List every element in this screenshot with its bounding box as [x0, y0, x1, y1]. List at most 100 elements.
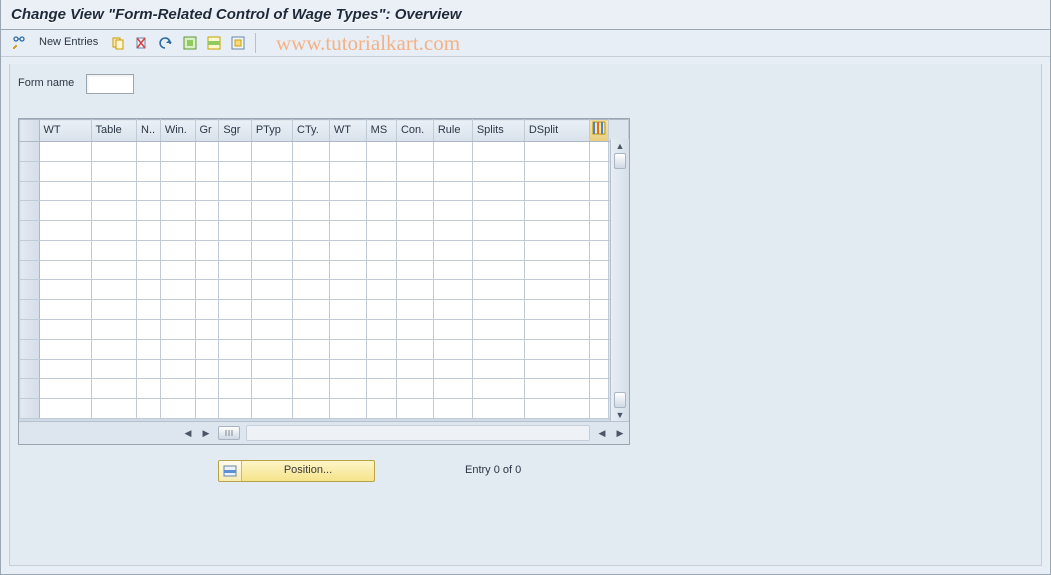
table-cell[interactable] — [524, 359, 589, 379]
cell-input[interactable] — [434, 301, 472, 318]
table-cell[interactable] — [433, 142, 472, 162]
cell-input[interactable] — [137, 321, 160, 338]
cell-input[interactable] — [434, 202, 472, 219]
cell-input[interactable] — [367, 143, 396, 160]
table-cell[interactable] — [433, 260, 472, 280]
table-cell[interactable] — [366, 339, 396, 359]
cell-input[interactable] — [367, 301, 396, 318]
cell-input[interactable] — [525, 400, 589, 417]
table-cell[interactable] — [251, 221, 292, 241]
col-header[interactable]: CTy. — [293, 120, 330, 142]
table-cell[interactable] — [396, 399, 433, 419]
table-cell[interactable] — [396, 201, 433, 221]
table-cell[interactable] — [396, 240, 433, 260]
table-cell[interactable] — [524, 240, 589, 260]
table-cell[interactable] — [366, 201, 396, 221]
cell-input[interactable] — [196, 163, 219, 180]
table-cell[interactable] — [160, 161, 195, 181]
table-cell[interactable] — [137, 201, 161, 221]
cell-input[interactable] — [397, 242, 433, 259]
cell-input[interactable] — [196, 400, 219, 417]
cell-input[interactable] — [293, 163, 329, 180]
table-cell[interactable] — [251, 379, 292, 399]
cell-input[interactable] — [219, 182, 251, 199]
table-cell[interactable] — [293, 142, 330, 162]
table-cell[interactable] — [329, 379, 366, 399]
deselect-all-button[interactable] — [228, 33, 248, 53]
cell-input[interactable] — [92, 341, 137, 358]
table-cell[interactable] — [524, 260, 589, 280]
cell-input[interactable] — [367, 281, 396, 298]
cell-input[interactable] — [330, 400, 366, 417]
table-cell[interactable] — [293, 379, 330, 399]
cell-input[interactable] — [293, 341, 329, 358]
cell-input[interactable] — [161, 380, 195, 397]
vertical-scrollbar[interactable]: ▲ ▼ — [610, 139, 629, 422]
table-cell[interactable] — [329, 221, 366, 241]
table-cell[interactable] — [195, 280, 219, 300]
table-cell[interactable] — [366, 280, 396, 300]
cell-input[interactable] — [397, 281, 433, 298]
table-cell[interactable] — [293, 339, 330, 359]
table-cell[interactable] — [433, 379, 472, 399]
cell-input[interactable] — [397, 360, 433, 377]
table-cell[interactable] — [195, 221, 219, 241]
cell-input[interactable] — [161, 341, 195, 358]
cell-input[interactable] — [219, 281, 251, 298]
table-cell[interactable] — [219, 240, 252, 260]
cell-input[interactable] — [137, 143, 160, 160]
cell-input[interactable] — [137, 360, 160, 377]
table-cell[interactable] — [366, 359, 396, 379]
cell-input[interactable] — [219, 222, 251, 239]
cell-input[interactable] — [161, 143, 195, 160]
cell-input[interactable] — [137, 163, 160, 180]
row-selector[interactable] — [20, 221, 40, 241]
table-cell[interactable] — [39, 379, 91, 399]
cell-input[interactable] — [161, 321, 195, 338]
cell-input[interactable] — [330, 262, 366, 279]
table-cell[interactable] — [39, 399, 91, 419]
table-cell[interactable] — [433, 359, 472, 379]
table-cell[interactable] — [160, 399, 195, 419]
row-selector[interactable] — [20, 300, 40, 320]
table-cell[interactable] — [366, 260, 396, 280]
table-cell[interactable] — [293, 320, 330, 340]
table-cell[interactable] — [396, 359, 433, 379]
table-cell[interactable] — [472, 161, 524, 181]
cell-input[interactable] — [252, 143, 292, 160]
table-cell[interactable] — [524, 339, 589, 359]
table-cell[interactable] — [472, 300, 524, 320]
cell-input[interactable] — [525, 202, 589, 219]
cell-input[interactable] — [196, 301, 219, 318]
table-cell[interactable] — [195, 201, 219, 221]
cell-input[interactable] — [252, 281, 292, 298]
table-cell[interactable] — [195, 181, 219, 201]
table-cell[interactable] — [396, 260, 433, 280]
cell-input[interactable] — [397, 321, 433, 338]
cell-input[interactable] — [525, 281, 589, 298]
table-cell[interactable] — [433, 399, 472, 419]
table-cell[interactable] — [251, 399, 292, 419]
row-selector[interactable] — [20, 339, 40, 359]
table-cell[interactable] — [160, 300, 195, 320]
col-header[interactable]: WT — [329, 120, 366, 142]
cell-input[interactable] — [219, 341, 251, 358]
table-cell[interactable] — [160, 339, 195, 359]
cell-input[interactable] — [525, 163, 589, 180]
cell-input[interactable] — [367, 202, 396, 219]
hsb-track[interactable] — [246, 425, 590, 441]
table-cell[interactable] — [195, 379, 219, 399]
cell-input[interactable] — [92, 380, 137, 397]
new-entries-button[interactable]: New Entries — [33, 34, 104, 51]
table-cell[interactable] — [160, 359, 195, 379]
cell-input[interactable] — [196, 242, 219, 259]
table-cell[interactable] — [195, 359, 219, 379]
table-cell[interactable] — [251, 280, 292, 300]
cell-input[interactable] — [293, 242, 329, 259]
table-cell[interactable] — [137, 399, 161, 419]
table-cell[interactable] — [137, 181, 161, 201]
cell-input[interactable] — [434, 182, 472, 199]
table-cell[interactable] — [472, 320, 524, 340]
cell-input[interactable] — [92, 360, 137, 377]
table-cell[interactable] — [251, 359, 292, 379]
